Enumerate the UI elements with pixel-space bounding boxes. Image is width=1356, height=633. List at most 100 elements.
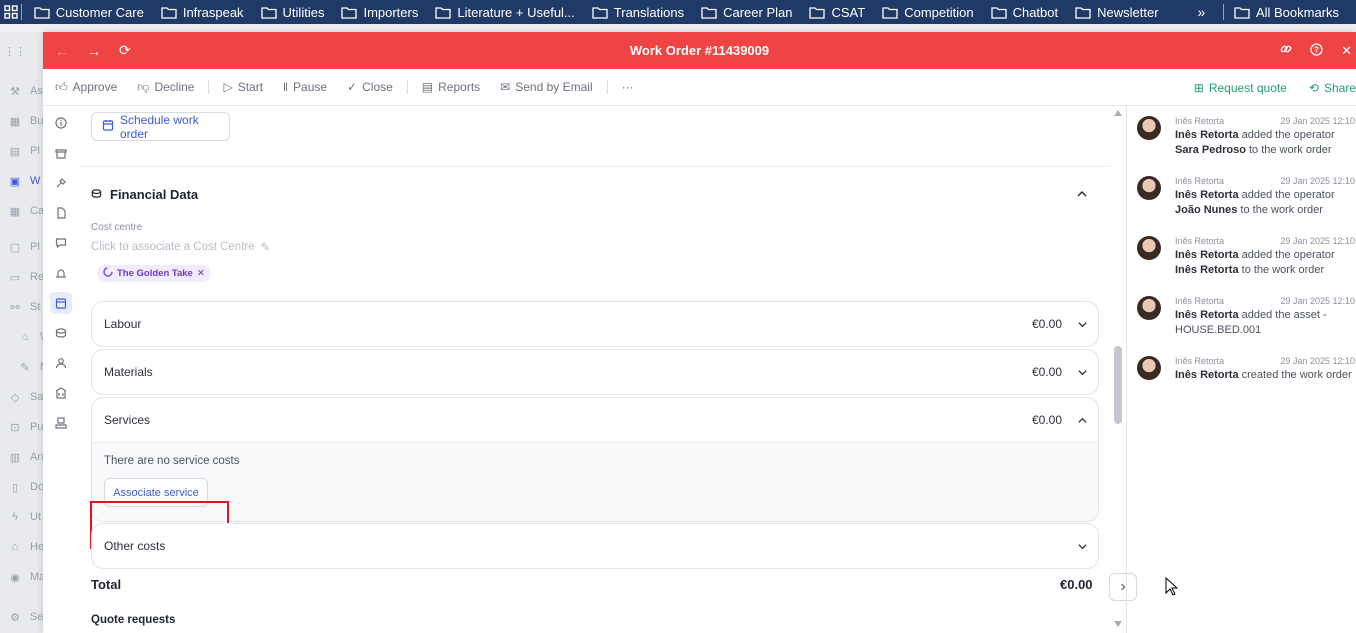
calendar-icon: ▦ bbox=[9, 205, 21, 218]
section-label: Materials bbox=[104, 365, 153, 379]
bg-sidebar-item[interactable]: ⚯ St bbox=[8, 300, 40, 314]
pause-button[interactable]: ǁ Pause bbox=[283, 80, 327, 94]
decline-button[interactable]: 👎︎ Decline bbox=[137, 80, 194, 95]
folder-icon bbox=[882, 6, 898, 19]
bg-sidebar-item[interactable]: ⊡ Pu bbox=[8, 420, 43, 434]
apps-grid-icon[interactable] bbox=[0, 0, 21, 24]
chevron-up-icon[interactable] bbox=[1076, 188, 1088, 203]
tools-icon[interactable] bbox=[50, 172, 72, 194]
close-wo-button[interactable]: ✓ Close bbox=[347, 80, 393, 94]
bookmark-folder[interactable]: Customer Care bbox=[34, 5, 144, 20]
coins-icon[interactable] bbox=[50, 322, 72, 344]
close-icon[interactable]: ✕ bbox=[1341, 43, 1352, 59]
clipboard-icon: ▣ bbox=[9, 175, 21, 188]
reports-button[interactable]: ▤ Reports bbox=[422, 80, 480, 94]
all-bookmarks[interactable]: All Bookmarks bbox=[1234, 5, 1339, 20]
toolbar: 👍︎ Approve 👎︎ Decline ▷ Start ǁ Pause ✓ Close… bbox=[43, 69, 1356, 106]
cost-centre-link[interactable]: Click to associate a Cost Centre ✎ bbox=[91, 240, 270, 254]
other-costs-section[interactable]: Other costs bbox=[91, 523, 1099, 569]
link-icon[interactable] bbox=[1280, 43, 1292, 58]
bookmark-label: Chatbot bbox=[1012, 4, 1059, 20]
bell-icon[interactable] bbox=[50, 262, 72, 284]
materials-section[interactable]: Materials €0.00 bbox=[91, 349, 1099, 395]
cost-centre-tag[interactable]: The Golden Take ✕ bbox=[97, 265, 211, 282]
ellipsis-icon: ··· bbox=[621, 80, 634, 94]
bg-sidebar-item[interactable]: ▦ Ca bbox=[8, 204, 44, 218]
bookmark-folder[interactable]: Chatbot bbox=[990, 4, 1059, 20]
bg-sidebar-item[interactable]: ⌂ He bbox=[8, 540, 44, 554]
stamp-icon[interactable] bbox=[50, 412, 72, 434]
financial-data-header[interactable]: Financial Data bbox=[91, 187, 198, 202]
more-options-button[interactable]: ··· bbox=[622, 80, 634, 94]
bg-sidebar-item[interactable]: ▯ Do bbox=[8, 480, 44, 494]
help-icon[interactable]: ? bbox=[1310, 42, 1323, 59]
scroll-up-arrow[interactable] bbox=[1114, 110, 1122, 116]
bookmark-label: Career Plan bbox=[723, 4, 793, 20]
forward-arrow-icon[interactable]: → bbox=[87, 43, 101, 59]
chevron-down-icon[interactable] bbox=[1077, 350, 1088, 394]
cart-icon: ⊡ bbox=[10, 421, 20, 434]
bookmark-folder[interactable]: Competition bbox=[882, 5, 974, 20]
activity-actor: Inês Retorta bbox=[1175, 309, 1239, 321]
bg-sidebar-item[interactable]: ▤ Pl bbox=[8, 144, 40, 158]
bg-sidebar-item[interactable]: ⚙ Se bbox=[8, 610, 43, 624]
send-email-button[interactable]: ✉ Send by Email bbox=[500, 80, 592, 94]
content-scrollbar[interactable] bbox=[1111, 106, 1125, 633]
no-service-costs-text: There are no service costs bbox=[104, 455, 240, 467]
bg-sidebar-item[interactable]: ▭ Re bbox=[8, 270, 44, 284]
refresh-icon[interactable]: ⟳ bbox=[119, 42, 131, 59]
bookmark-folder[interactable]: Translations bbox=[592, 5, 684, 20]
bg-sidebar-item-active[interactable]: ▣ W bbox=[8, 174, 41, 188]
bg-sidebar-item[interactable]: ⚒ As bbox=[8, 84, 43, 98]
request-quote-button[interactable]: ⊞ Request quote bbox=[1194, 81, 1287, 95]
bookmark-folder[interactable]: Literature + Useful... bbox=[435, 5, 575, 20]
approve-button[interactable]: 👍︎ Approve bbox=[55, 80, 117, 95]
chevron-double-right-icon[interactable]: » bbox=[1198, 4, 1206, 20]
bookmark-folder[interactable]: Importers bbox=[341, 5, 418, 20]
bookmark-folder[interactable]: Infraspeak bbox=[161, 5, 244, 20]
bookmark-folder[interactable]: Career Plan bbox=[701, 5, 792, 20]
scroll-down-arrow[interactable] bbox=[1114, 621, 1122, 627]
info-icon[interactable] bbox=[50, 112, 72, 134]
comment-icon[interactable] bbox=[50, 232, 72, 254]
background-sidebar: ⋮⋮ ⚒As ▦Bu ▤Pl ▣W ▦Ca ▢Pl ▭Re ⚯St ⌂W ✎M … bbox=[0, 32, 50, 633]
bg-sidebar-item[interactable]: ϟ Ut bbox=[8, 510, 41, 524]
share-button[interactable]: ⟲ Share bbox=[1309, 81, 1356, 95]
bg-sidebar-item[interactable]: ▦ Bu bbox=[8, 114, 44, 128]
bg-grid-icon[interactable]: ⋮⋮ bbox=[4, 44, 26, 58]
remove-tag-icon[interactable]: ✕ bbox=[197, 268, 205, 279]
labour-section[interactable]: Labour €0.00 bbox=[91, 301, 1099, 347]
avatar bbox=[1137, 176, 1161, 200]
bookmark-folder[interactable]: CSAT bbox=[809, 5, 865, 20]
scrollbar-thumb[interactable] bbox=[1114, 346, 1122, 424]
bg-sidebar-item[interactable]: ▥ An bbox=[8, 450, 44, 464]
report-icon: ▤ bbox=[421, 80, 434, 94]
document-icon[interactable] bbox=[50, 202, 72, 224]
start-button[interactable]: ▷ Start bbox=[223, 80, 263, 94]
back-arrow-icon[interactable]: ← bbox=[55, 43, 69, 59]
calendar-icon[interactable] bbox=[50, 292, 72, 314]
section-amount: €0.00 bbox=[1031, 413, 1062, 427]
chevron-down-icon[interactable] bbox=[1077, 302, 1088, 346]
spinner-icon bbox=[103, 267, 113, 280]
schedule-work-order-button[interactable]: Schedule work order bbox=[91, 112, 230, 141]
chart-icon: ▥ bbox=[9, 451, 21, 464]
activity-feed: Inês Retorta 29 Jan 2025 12:10 Inês Retor… bbox=[1126, 106, 1356, 633]
bookmark-folder[interactable]: Newsletter bbox=[1075, 5, 1159, 20]
folder-icon bbox=[1234, 6, 1250, 19]
bg-sidebar-item[interactable]: ▢ Pl bbox=[8, 240, 40, 254]
bookmark-folder[interactable]: Utilities bbox=[260, 5, 324, 20]
chevron-up-icon[interactable] bbox=[1077, 398, 1088, 442]
avatar bbox=[1137, 356, 1161, 380]
bg-sidebar-item[interactable]: ◉ Ma bbox=[8, 570, 45, 584]
activity-object: HOUSE.BED.001 bbox=[1175, 324, 1262, 336]
avatar bbox=[1137, 116, 1161, 140]
bg-sidebar-item[interactable]: ◇ Sa bbox=[8, 390, 44, 404]
building-icon[interactable] bbox=[50, 382, 72, 404]
chevron-down-icon[interactable] bbox=[1077, 524, 1088, 568]
section-label: Labour bbox=[104, 317, 142, 331]
section-amount: €0.00 bbox=[1031, 317, 1062, 331]
services-section[interactable]: Services €0.00 There are no service cost… bbox=[91, 397, 1099, 522]
user-icon[interactable] bbox=[50, 352, 72, 374]
store-icon[interactable] bbox=[50, 142, 72, 164]
